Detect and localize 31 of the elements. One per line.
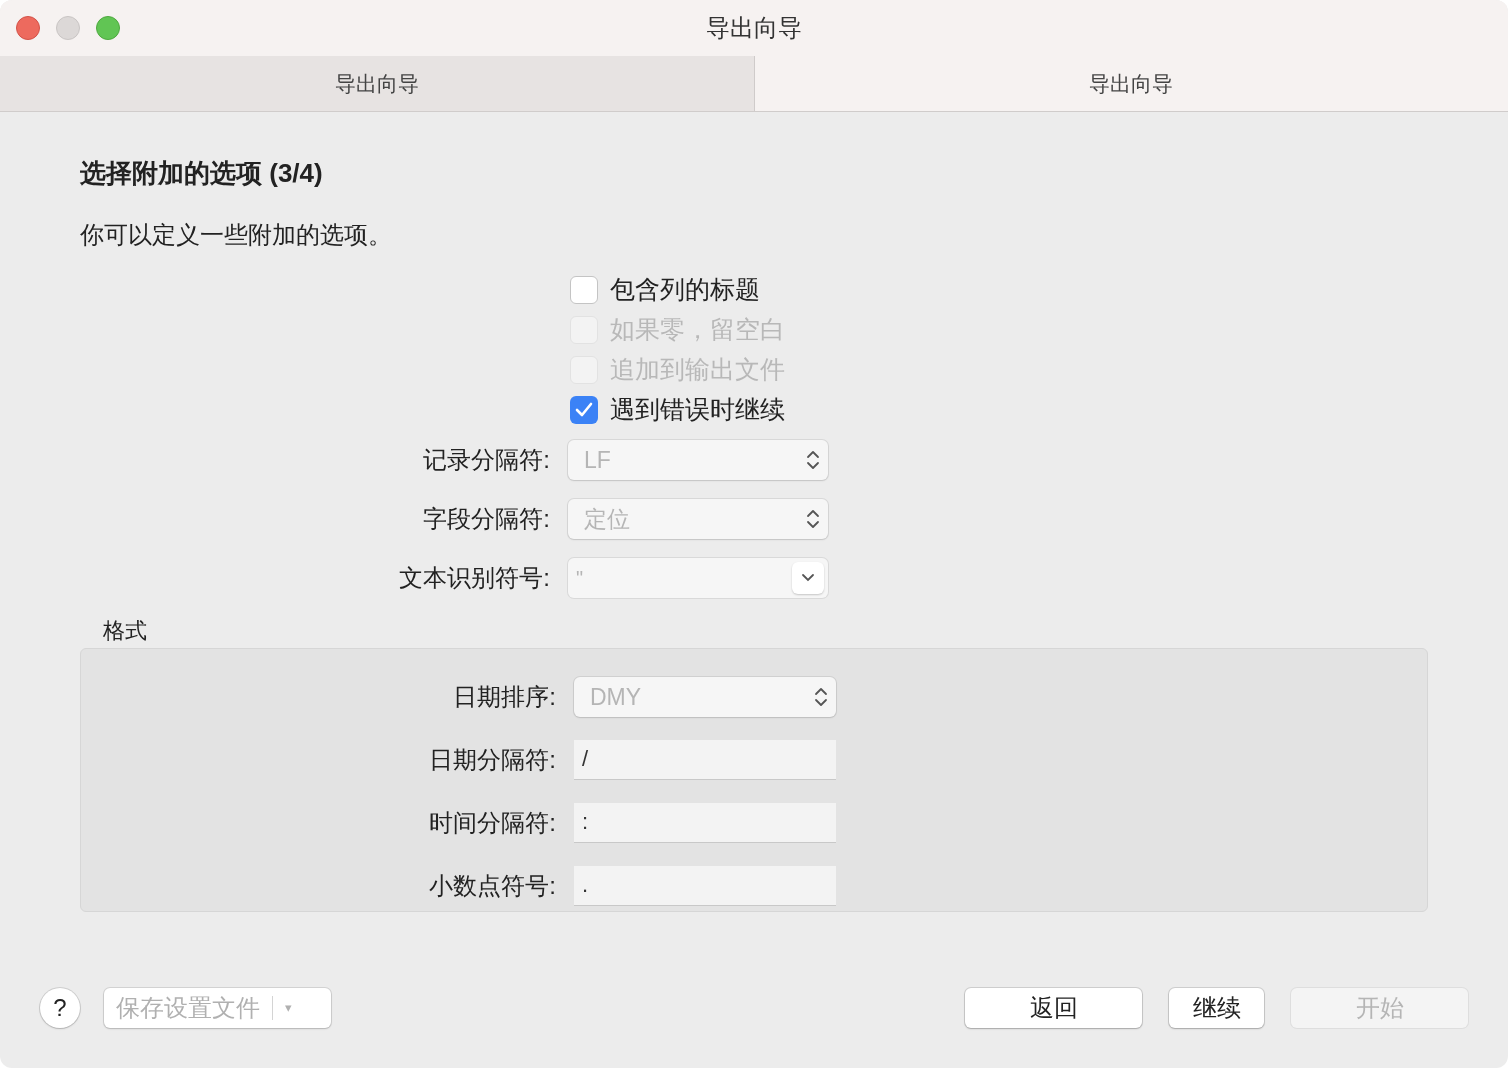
checkbox-label: 遇到错误时继续	[610, 394, 785, 426]
help-button[interactable]: ?	[40, 988, 80, 1028]
tab[interactable]: 导出向导	[754, 56, 1508, 111]
tab[interactable]: 导出向导	[0, 56, 755, 111]
field-label: 字段分隔符:	[422, 504, 550, 534]
up-down-chevron-icon	[806, 508, 820, 530]
field-label: 日期分隔符:	[428, 745, 556, 775]
zoom-button[interactable]	[96, 16, 120, 40]
field-label: 文本识别符号:	[398, 563, 550, 593]
footer-button[interactable]: 继续	[1169, 988, 1264, 1028]
minimize-button[interactable]	[56, 16, 80, 40]
chevron-down-icon	[801, 573, 815, 583]
description-text: 你可以定义一些附加的选项。	[80, 220, 393, 250]
window-title: 导出向导	[706, 13, 802, 43]
field-label: 日期排序:	[452, 682, 556, 712]
close-button[interactable]	[16, 16, 40, 40]
footer-button[interactable]: 返回	[965, 988, 1142, 1028]
checkbox[interactable]	[570, 396, 598, 424]
up-down-chevron-icon	[806, 449, 820, 471]
up-down-chevron-icon	[814, 686, 828, 708]
checkbox-label: 包含列的标题	[610, 274, 760, 306]
field-label: 记录分隔符:	[422, 445, 550, 475]
checkmark-icon	[575, 402, 593, 418]
text-field[interactable]: :	[574, 803, 836, 843]
group-title: 格式	[103, 617, 148, 645]
text-field[interactable]: /	[574, 740, 836, 780]
field-label: 小数点符号:	[428, 871, 556, 901]
field-label: 时间分隔符:	[428, 808, 556, 838]
step-heading: 选择附加的选项 (3/4)	[80, 157, 324, 190]
checkbox[interactable]	[570, 276, 598, 304]
text-field[interactable]: .	[574, 866, 836, 906]
